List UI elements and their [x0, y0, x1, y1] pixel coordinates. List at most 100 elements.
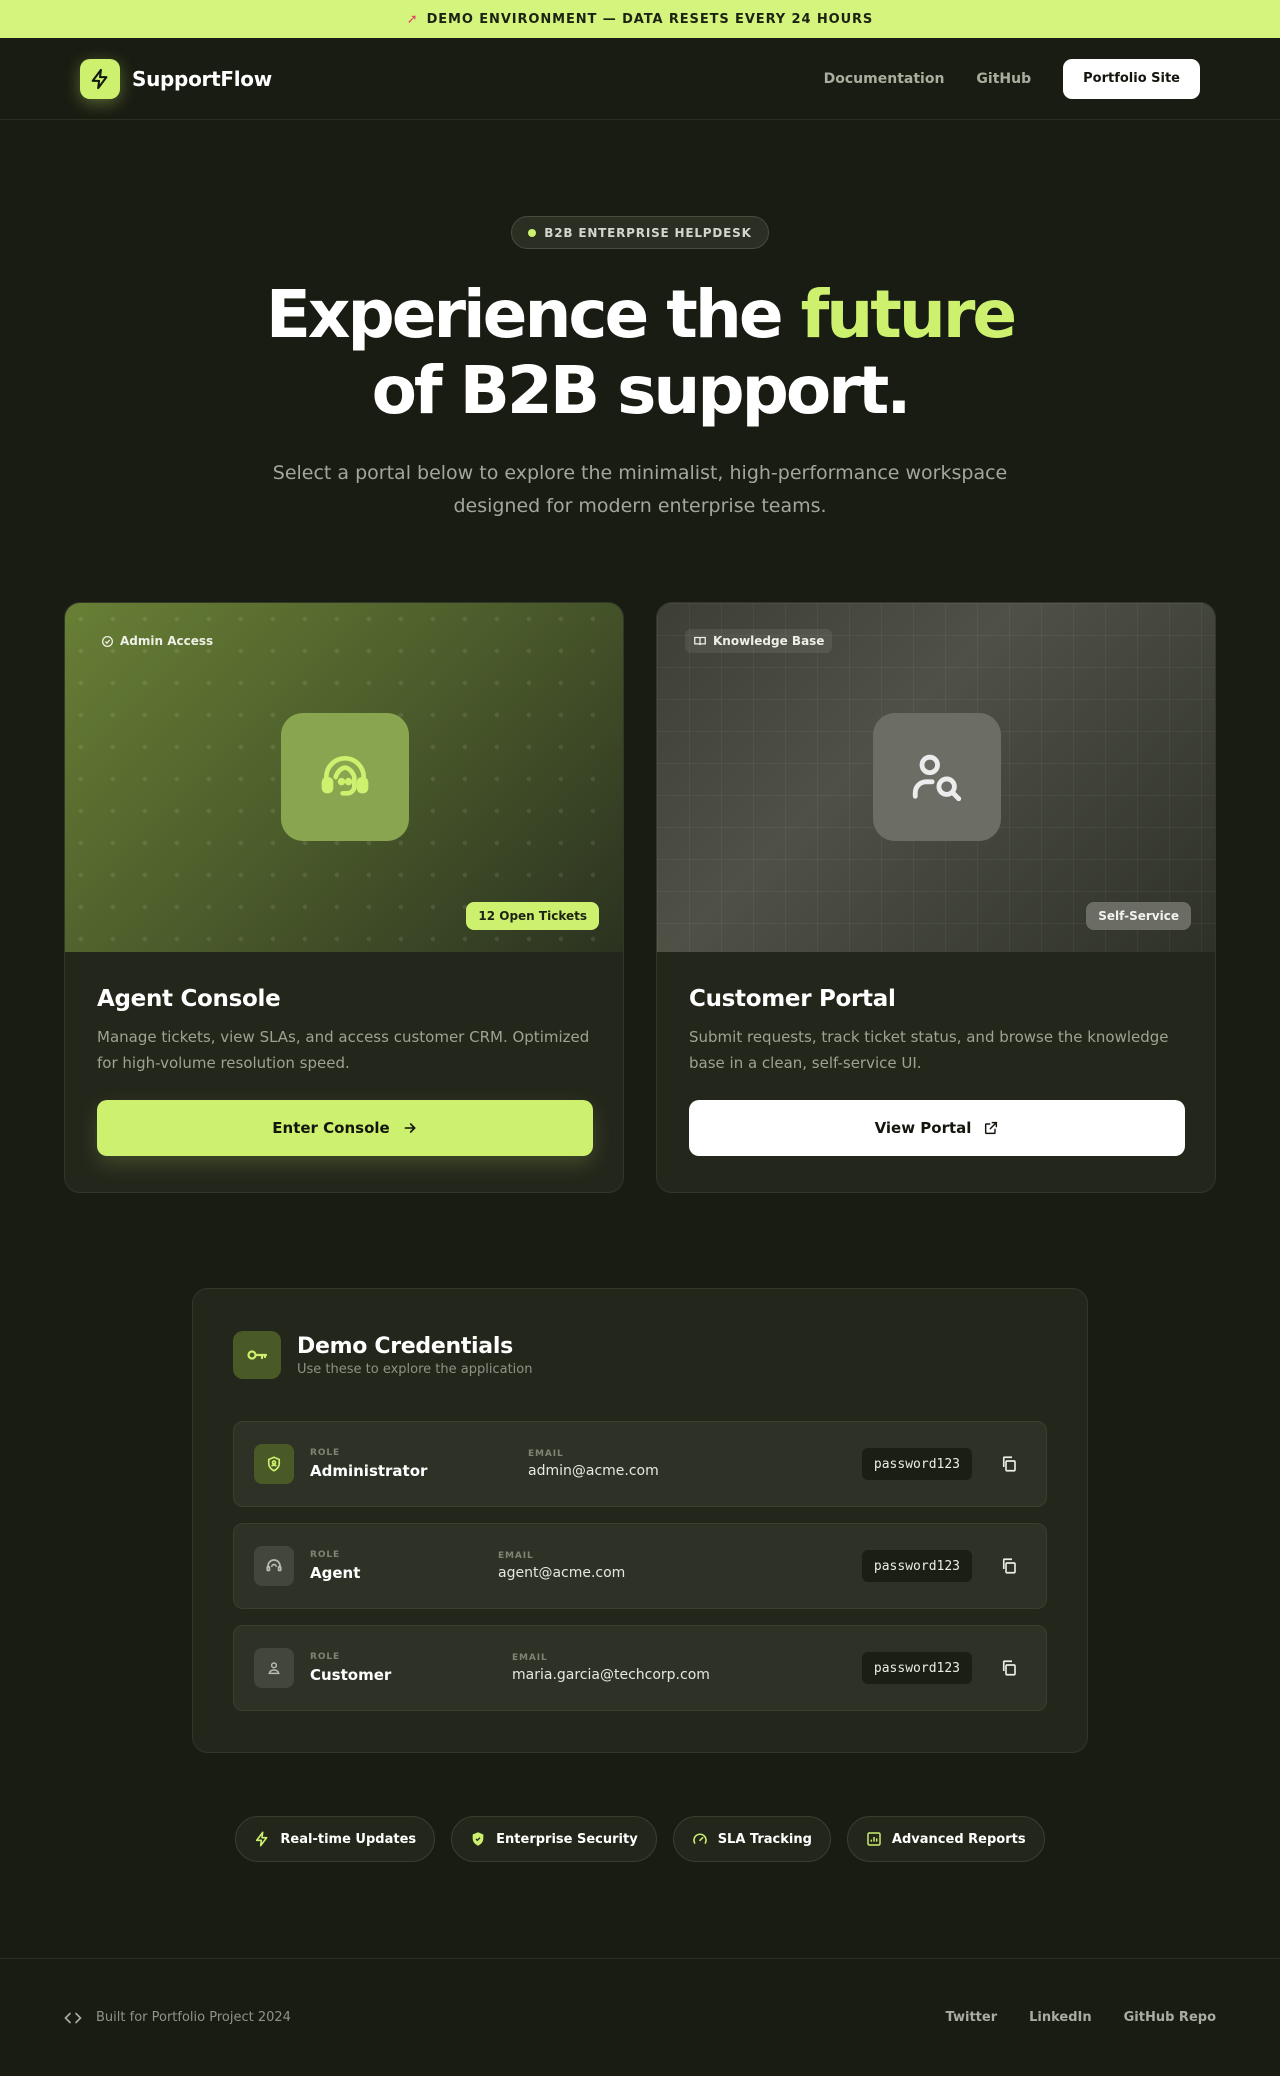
- feature-advanced-reports: Advanced Reports: [846, 1816, 1045, 1862]
- hero-subtitle: Select a portal below to explore the min…: [272, 462, 1008, 517]
- arrow-right-icon: [404, 1123, 416, 1133]
- email-block: EMAIL admin@acme.com: [528, 1449, 659, 1479]
- role-name: Customer: [310, 1666, 392, 1684]
- password-value[interactable]: password123: [861, 1550, 972, 1582]
- credentials-subtitle: Use these to explore the application: [297, 1361, 533, 1377]
- email-block: EMAIL agent@acme.com: [498, 1551, 625, 1581]
- footer-text: Built for Portfolio Project 2024: [96, 2010, 291, 2025]
- email-block: EMAIL maria.garcia@techcorp.com: [512, 1653, 710, 1683]
- customer-card-body: Customer Portal Submit requests, track t…: [657, 952, 1215, 1156]
- feature-pills: Real-time Updates Enterprise Security SL…: [0, 1816, 1280, 1862]
- portfolio-site-button[interactable]: Portfolio Site: [1063, 58, 1200, 99]
- pill-dot: [528, 228, 537, 237]
- customer-card-title: Customer Portal: [689, 986, 896, 1012]
- admin-access-tag: Admin Access: [93, 629, 221, 653]
- top-nav: SupportFlow Documentation GitHub Portfol…: [0, 38, 1280, 120]
- book-icon: [694, 636, 706, 646]
- footer-link-linkedin[interactable]: LinkedIn: [1029, 2010, 1092, 2025]
- hero-title: Experience the future of B2B support.: [0, 277, 1280, 429]
- banner-text: DEMO ENVIRONMENT — DATA RESETS EVERY 24 …: [426, 11, 874, 27]
- password-value[interactable]: password123: [861, 1448, 972, 1480]
- email-value[interactable]: maria.garcia@techcorp.com: [512, 1667, 710, 1683]
- credentials-title: Demo Credentials: [297, 1333, 513, 1359]
- hero-title-part1: Experience the: [265, 276, 801, 353]
- agent-card-title: Agent Console: [97, 986, 281, 1012]
- feature-label: SLA Tracking: [717, 1831, 812, 1847]
- nav-link-documentation[interactable]: Documentation: [824, 71, 945, 87]
- feature-label: Advanced Reports: [891, 1831, 1026, 1847]
- view-portal-button[interactable]: View Portal: [689, 1100, 1185, 1156]
- feature-realtime-updates: Real-time Updates: [235, 1816, 436, 1862]
- password-value[interactable]: password123: [861, 1652, 972, 1684]
- key-icon: [233, 1331, 281, 1379]
- agent-card-description: Manage tickets, view SLAs, and access cu…: [97, 1028, 590, 1072]
- email-label: EMAIL: [498, 1551, 534, 1561]
- open-tickets-badge: 12 Open Tickets: [466, 902, 599, 930]
- agent-console-card[interactable]: Admin Access 12 Open Tickets Agent Conso…: [64, 602, 624, 1193]
- enter-console-label: Enter Console: [272, 1119, 390, 1137]
- role-label: ROLE: [310, 1448, 341, 1458]
- shield-icon: [472, 1832, 484, 1846]
- user-icon: [254, 1648, 294, 1688]
- category-pill: B2B ENTERPRISE HELPDESK: [511, 216, 769, 249]
- demo-credentials-panel: Demo Credentials Use these to explore th…: [192, 1288, 1088, 1753]
- self-service-badge: Self-Service: [1086, 902, 1191, 930]
- email-label: EMAIL: [528, 1449, 564, 1459]
- gauge-icon: [692, 1833, 707, 1844]
- credential-row-customer: ROLE Customer EMAIL maria.garcia@techcor…: [233, 1625, 1047, 1711]
- footer-link-twitter[interactable]: Twitter: [946, 2010, 998, 2025]
- footer: Built for Portfolio Project 2024 Twitter…: [0, 1958, 1280, 2076]
- role-block: ROLE Agent: [310, 1550, 360, 1582]
- lightning-icon: [80, 58, 120, 99]
- credentials-titles: Demo Credentials Use these to explore th…: [297, 1334, 533, 1377]
- lightning-icon: [256, 1831, 268, 1847]
- headset-icon: [254, 1546, 294, 1586]
- copy-icon[interactable]: [1000, 1455, 1018, 1473]
- chart-icon: [867, 1832, 881, 1846]
- email-label: EMAIL: [512, 1653, 548, 1663]
- enter-console-button[interactable]: Enter Console: [97, 1100, 593, 1156]
- brand[interactable]: SupportFlow: [80, 58, 272, 99]
- nav-links: Documentation GitHub Portfolio Site: [792, 58, 1200, 99]
- hero-title-accent: future: [800, 276, 1018, 353]
- brand-name: SupportFlow: [132, 66, 272, 91]
- external-link-icon: [985, 1121, 998, 1135]
- customer-portal-card[interactable]: Knowledge Base Self-Service Customer Por…: [656, 602, 1216, 1193]
- demo-banner: ➚ DEMO ENVIRONMENT — DATA RESETS EVERY 2…: [0, 0, 1280, 38]
- nav-link-github[interactable]: GitHub: [976, 71, 1031, 87]
- copy-icon[interactable]: [1000, 1557, 1018, 1575]
- pill-label: B2B ENTERPRISE HELPDESK: [544, 225, 752, 240]
- user-search-icon: [873, 713, 1001, 841]
- feature-sla-tracking: SLA Tracking: [672, 1816, 831, 1862]
- knowledge-base-tag: Knowledge Base: [685, 629, 833, 653]
- shield-user-icon: [254, 1444, 294, 1484]
- credential-row-administrator: ROLE Administrator EMAIL admin@acme.com …: [233, 1421, 1047, 1507]
- role-label: ROLE: [310, 1550, 341, 1560]
- view-portal-label: View Portal: [874, 1119, 972, 1137]
- check-circle-icon: [101, 635, 114, 647]
- knowledge-base-label: Knowledge Base: [713, 634, 825, 648]
- copy-icon[interactable]: [1000, 1659, 1018, 1677]
- rocket-icon: ➚: [406, 11, 419, 27]
- admin-access-label: Admin Access: [120, 634, 214, 648]
- hero-title-line2: of B2B support.: [371, 352, 912, 429]
- email-value[interactable]: agent@acme.com: [498, 1565, 625, 1581]
- role-label: ROLE: [310, 1652, 341, 1662]
- feature-label: Real-time Updates: [280, 1831, 417, 1847]
- role-block: ROLE Administrator: [310, 1448, 427, 1480]
- hero-section: B2B ENTERPRISE HELPDESK Experience the f…: [0, 120, 1280, 523]
- headset-icon: [281, 713, 409, 841]
- credential-row-agent: ROLE Agent EMAIL agent@acme.com password…: [233, 1523, 1047, 1609]
- email-value[interactable]: admin@acme.com: [528, 1463, 659, 1479]
- code-icon: [64, 2012, 82, 2023]
- footer-link-github-repo[interactable]: GitHub Repo: [1124, 2010, 1216, 2025]
- credentials-header: Demo Credentials Use these to explore th…: [233, 1331, 1047, 1379]
- feature-label: Enterprise Security: [496, 1831, 638, 1847]
- footer-credit: Built for Portfolio Project 2024: [64, 2009, 291, 2027]
- feature-enterprise-security: Enterprise Security: [451, 1816, 657, 1862]
- portal-cards: Admin Access 12 Open Tickets Agent Conso…: [64, 602, 1216, 1193]
- agent-card-visual: Admin Access 12 Open Tickets: [65, 603, 623, 952]
- agent-card-body: Agent Console Manage tickets, view SLAs,…: [65, 952, 623, 1156]
- role-block: ROLE Customer: [310, 1652, 391, 1684]
- customer-card-description: Submit requests, track ticket status, an…: [689, 1028, 1169, 1072]
